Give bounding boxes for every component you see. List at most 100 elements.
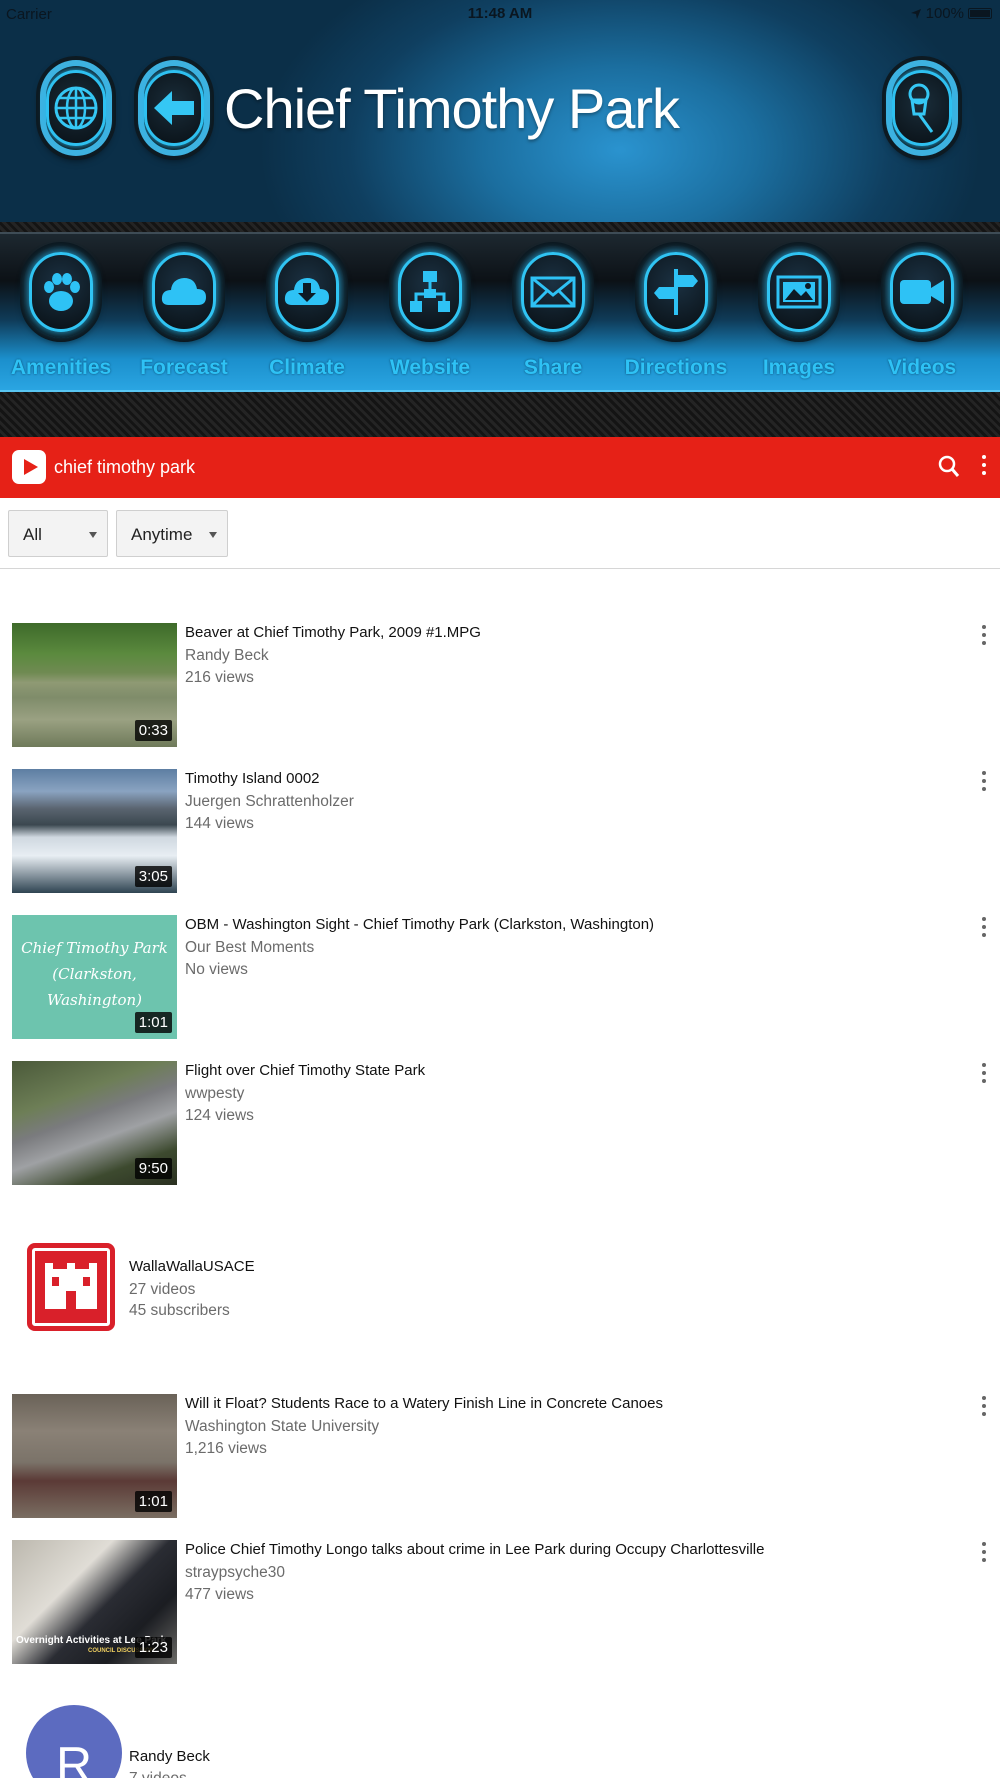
battery-icon — [968, 8, 992, 19]
youtube-logo-icon[interactable] — [12, 450, 46, 484]
type-filter-dropdown[interactable]: All — [8, 510, 108, 557]
video-duration: 1:23 — [134, 1637, 172, 1658]
nav-label: Share — [523, 356, 583, 379]
nav-label: Climate — [269, 356, 345, 379]
nav-item-climate[interactable]: Climate — [246, 246, 368, 396]
globe-button[interactable] — [40, 60, 112, 156]
paw-icon — [44, 273, 80, 311]
picture-icon — [776, 275, 822, 309]
video-camera-icon — [900, 280, 944, 304]
nav-label: Amenities — [10, 356, 112, 379]
nav-item-share[interactable]: Share — [492, 246, 614, 396]
nav-item-forecast[interactable]: Forecast — [123, 246, 245, 396]
video-duration: 3:05 — [134, 866, 172, 887]
nav-icon-button — [762, 246, 836, 338]
battery-percent: 100% — [925, 5, 964, 22]
video-menu-icon[interactable] — [982, 1542, 986, 1566]
channel-video-count: 27 videos — [129, 1281, 196, 1298]
channel-subscribers: 45 subscribers — [129, 1302, 230, 1319]
video-views: 1,216 views — [185, 1440, 267, 1457]
location-arrow-icon — [910, 8, 921, 19]
video-thumbnail[interactable]: Chief Timothy Park (Clarkston, Washingto… — [12, 915, 177, 1039]
video-thumbnail[interactable]: 3:05 — [12, 769, 177, 893]
video-menu-icon[interactable] — [982, 625, 986, 649]
cloud-icon — [161, 278, 206, 305]
sitemap-icon — [410, 271, 450, 312]
signpost-icon — [654, 269, 698, 315]
filter-bar: All Anytime — [0, 498, 1000, 569]
video-thumbnail[interactable]: Overnight Activities at Lee Park COUNCIL… — [12, 1540, 177, 1664]
more-options-icon[interactable] — [982, 455, 986, 479]
video-result[interactable]: Overnight Activities at Lee Park COUNCIL… — [0, 1540, 1000, 1665]
video-thumbnail[interactable]: 9:50 — [12, 1061, 177, 1185]
video-views: 216 views — [185, 669, 254, 686]
nav-icon-button — [885, 246, 959, 338]
status-bar: Carrier 11:48 AM 100% — [0, 0, 1000, 28]
video-thumbnail[interactable]: 0:33 — [12, 623, 177, 747]
search-icon[interactable] — [938, 455, 960, 479]
video-result[interactable]: 1:01 Will it Float? Students Race to a W… — [0, 1394, 1000, 1519]
video-title[interactable]: Flight over Chief Timothy State Park — [185, 1062, 425, 1079]
nav-icon-button — [147, 246, 221, 338]
status-time: 11:48 AM — [467, 5, 533, 22]
video-title[interactable]: Timothy Island 0002 — [185, 770, 320, 787]
nav-item-videos[interactable]: Videos — [861, 246, 983, 396]
video-views: 124 views — [185, 1107, 254, 1124]
pin-button[interactable] — [886, 60, 958, 156]
status-right: 100% — [910, 5, 992, 22]
video-views: 477 views — [185, 1586, 254, 1603]
video-author: Juergen Schrattenholzer — [185, 793, 354, 810]
video-duration: 9:50 — [134, 1158, 172, 1179]
nav-icon-button — [516, 246, 590, 338]
video-author: straypsyche30 — [185, 1564, 285, 1581]
nav-item-website[interactable]: Website — [369, 246, 491, 396]
channel-name[interactable]: WallaWallaUSACE — [129, 1258, 255, 1275]
video-title[interactable]: Beaver at Chief Timothy Park, 2009 #1.MP… — [185, 624, 481, 641]
video-views: No views — [185, 961, 248, 978]
video-result[interactable]: Chief Timothy Park (Clarkston, Washingto… — [0, 915, 1000, 1040]
nav-label: Forecast — [140, 356, 228, 379]
nav-item-amenities[interactable]: Amenities — [0, 246, 122, 396]
video-result[interactable]: 9:50 Flight over Chief Timothy State Par… — [0, 1061, 1000, 1186]
nav-bar: Amenities Forecast Climate Website Share… — [0, 222, 1000, 437]
page-title: Chief Timothy Park — [224, 77, 680, 140]
nav-icon-button — [24, 246, 98, 338]
video-title[interactable]: Police Chief Timothy Longo talks about c… — [185, 1541, 764, 1558]
video-thumbnail[interactable]: 1:01 — [12, 1394, 177, 1518]
video-menu-icon[interactable] — [982, 771, 986, 795]
video-duration: 0:33 — [134, 720, 172, 741]
video-title[interactable]: Will it Float? Students Race to a Watery… — [185, 1395, 663, 1412]
video-result[interactable]: 0:33 Beaver at Chief Timothy Park, 2009 … — [0, 623, 1000, 748]
nav-item-directions[interactable]: Directions — [615, 246, 737, 396]
video-author: wwpesty — [185, 1085, 245, 1102]
video-author: Washington State University — [185, 1418, 380, 1435]
nav-icon-button — [393, 246, 467, 338]
nav-label: Videos — [887, 356, 957, 379]
cloud-download-icon — [284, 278, 329, 305]
youtube-search-bar: chief timothy park — [0, 437, 1000, 498]
channel-name[interactable]: Randy Beck — [129, 1748, 210, 1765]
channel-video-count: 7 videos — [129, 1770, 187, 1778]
nav-icon-button — [639, 246, 713, 338]
channel-avatar[interactable] — [27, 1243, 115, 1331]
video-menu-icon[interactable] — [982, 917, 986, 941]
video-author: Our Best Moments — [185, 939, 315, 956]
video-author: Randy Beck — [185, 647, 269, 664]
nav-label: Directions — [624, 356, 728, 379]
nav-band: Amenities Forecast Climate Website Share… — [0, 232, 1000, 392]
video-duration: 1:01 — [134, 1491, 172, 1512]
castle-icon — [45, 1263, 97, 1309]
video-menu-icon[interactable] — [982, 1063, 986, 1087]
video-views: 144 views — [185, 815, 254, 832]
back-button[interactable] — [138, 60, 210, 156]
video-menu-icon[interactable] — [982, 1396, 986, 1420]
nav-label: Images — [762, 356, 836, 379]
video-title[interactable]: OBM - Washington Sight - Chief Timothy P… — [185, 916, 654, 933]
envelope-icon — [530, 276, 576, 308]
search-query[interactable]: chief timothy park — [54, 457, 195, 478]
video-result[interactable]: 3:05 Timothy Island 0002 Juergen Schratt… — [0, 769, 1000, 894]
channel-avatar[interactable]: R — [26, 1705, 122, 1778]
app-header: Carrier 11:48 AM 100% Chief Timothy Park — [0, 0, 1000, 225]
time-filter-dropdown[interactable]: Anytime — [116, 510, 228, 557]
nav-item-images[interactable]: Images — [738, 246, 860, 396]
